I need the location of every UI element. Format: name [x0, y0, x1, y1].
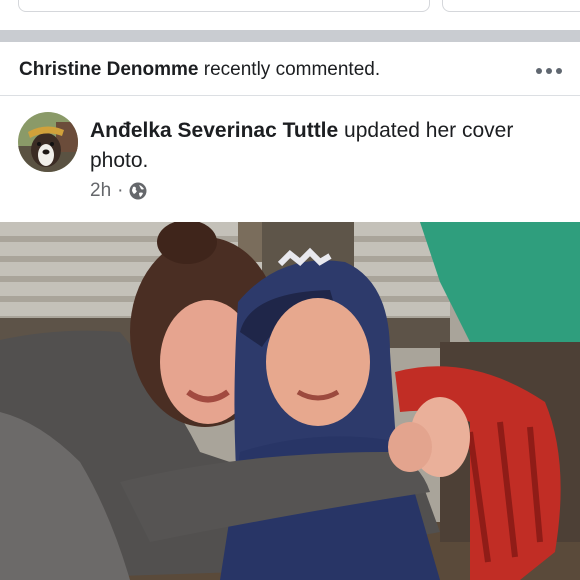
post-action-line1: updated her cover: [344, 119, 514, 142]
previous-post-actions: [0, 0, 580, 30]
previous-action-button[interactable]: [18, 0, 430, 12]
meta-separator: ·: [117, 180, 124, 201]
author-avatar[interactable]: [18, 112, 78, 172]
post-title: Anđelka Severinac Tuttle updated her cov…: [90, 116, 560, 176]
previous-secondary-button[interactable]: [442, 0, 580, 12]
post-timestamp[interactable]: 2h: [90, 180, 111, 202]
post-meta: 2h ·: [90, 180, 147, 202]
activity-action: recently commented.: [203, 59, 381, 80]
more-horizontal-icon[interactable]: [536, 68, 562, 74]
globe-icon: [129, 182, 147, 200]
feed-separator: [0, 30, 580, 42]
cover-photo[interactable]: [0, 222, 580, 580]
activity-context-text: Christine Denomme recently commented.: [19, 59, 380, 81]
author-name[interactable]: Anđelka Severinac Tuttle: [90, 119, 338, 142]
post-action-line2: photo.: [90, 149, 149, 172]
post-header: Anđelka Severinac Tuttle updated her cov…: [0, 97, 580, 222]
commenter-name[interactable]: Christine Denomme: [19, 59, 198, 80]
activity-context-row: Christine Denomme recently commented.: [0, 42, 580, 96]
